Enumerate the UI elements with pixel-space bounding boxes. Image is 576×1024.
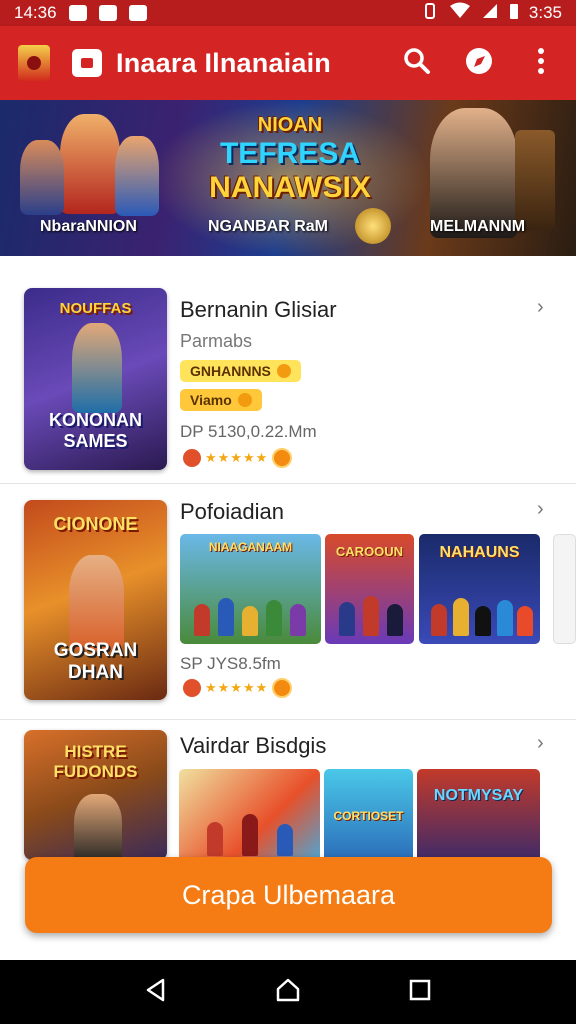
hero-label-left: NbaraNNION xyxy=(40,218,137,235)
wifi-icon xyxy=(449,2,471,25)
screenshot-label: NOTMYSAY xyxy=(433,787,524,804)
photo-icon xyxy=(128,5,147,21)
discover-button[interactable] xyxy=(462,46,496,80)
game-title[interactable]: Bernanin Glisiar xyxy=(180,297,337,323)
screenshot-characters xyxy=(188,591,313,636)
search-button[interactable] xyxy=(400,46,434,80)
chevron-right-icon[interactable]: › xyxy=(537,498,544,521)
screenshot[interactable]: NOTMYSAY xyxy=(417,769,540,864)
battery-icon xyxy=(509,2,519,25)
star-icons: ★★★★★ xyxy=(205,680,269,695)
game-title[interactable]: Vairdar Bisdgis xyxy=(180,733,326,759)
game-tag: GNHANNNS xyxy=(180,360,301,382)
app-bar: Inaara Ilnanaiain xyxy=(0,26,576,100)
recents-icon xyxy=(408,978,432,1007)
screenshot-label: NAHAUNS xyxy=(439,544,520,561)
coin-icon xyxy=(272,678,293,698)
hero-character-left xyxy=(60,114,120,214)
chat-icon xyxy=(98,5,117,21)
hero-title: NIOAN TEFRESA NANAWSIX xyxy=(150,114,430,205)
recents-button[interactable] xyxy=(400,972,440,1012)
hero-title-line1: NIOAN xyxy=(257,114,323,136)
app-logo[interactable] xyxy=(18,45,50,81)
back-icon xyxy=(143,977,169,1008)
game-row[interactable]: NOUFFAS KONONAN SAMES Bernanin Glisiar ›… xyxy=(0,270,576,482)
game-thumbnail[interactable]: CIONONE GOSRAN DHAN xyxy=(24,500,167,700)
screenshot-label: CAROOUN xyxy=(335,544,404,559)
hero-shield xyxy=(355,208,391,244)
status-time-right: 3:35 xyxy=(528,3,562,22)
game-rating: ★★★★★ xyxy=(183,678,293,698)
screenshot-peek[interactable] xyxy=(553,534,576,644)
thumbnail-hero xyxy=(74,794,122,860)
tag-coin-icon xyxy=(276,364,291,378)
chevron-right-icon[interactable]: › xyxy=(537,732,544,755)
screenshot-characters xyxy=(187,811,312,856)
hero-label-center: NGANBAR RaM xyxy=(208,218,328,235)
vibrate-icon xyxy=(421,2,439,25)
screenshot[interactable]: NIAAGANAAM xyxy=(180,534,321,644)
status-time-left: 14:36 xyxy=(14,3,57,22)
hero-prop-right xyxy=(515,130,555,230)
compass-icon xyxy=(464,46,494,81)
thumbnail-title: CIONONE xyxy=(53,514,138,534)
hero-banner[interactable]: NIOAN TEFRESA NANAWSIX NbaraNNION NGANBA… xyxy=(0,100,576,256)
screenshot-label: CORTIOSET xyxy=(333,809,404,823)
thumbnail-subtitle: KONONAN SAMES xyxy=(49,410,142,451)
signal-icon xyxy=(481,2,499,25)
coin-icon xyxy=(272,448,293,468)
hero-character-left-2 xyxy=(20,140,64,215)
thumbnail-title: HISTRE FUDONDS xyxy=(53,742,138,781)
tag-label: GNHANNNS xyxy=(190,363,271,379)
game-tag: Viamo xyxy=(180,389,262,411)
back-button[interactable] xyxy=(136,972,176,1012)
screenshot[interactable]: CORTIOSET xyxy=(324,769,413,864)
notification-icon xyxy=(68,5,87,21)
rating-badge-icon xyxy=(183,679,201,697)
store-icon xyxy=(72,49,102,77)
search-icon xyxy=(403,47,431,80)
rating-badge-icon xyxy=(183,449,201,467)
game-thumbnail[interactable]: NOUFFAS KONONAN SAMES xyxy=(24,288,167,470)
screenshot-label: NIAAGANAAM xyxy=(208,540,293,554)
game-meta: SP JYS8.5fm xyxy=(180,654,281,673)
screenshot[interactable]: NAHAUNS xyxy=(419,534,540,644)
screenshot-characters xyxy=(333,591,406,636)
thumbnail-hero xyxy=(69,555,124,650)
cta-button[interactable]: Crapa Ulbemaara xyxy=(25,857,552,933)
game-title[interactable]: Pofoiadian xyxy=(180,499,284,525)
game-row[interactable]: CIONONE GOSRAN DHAN Pofoiadian › NIAAGAN… xyxy=(0,483,576,719)
screenshot[interactable]: CAROOUN xyxy=(325,534,414,644)
game-developer: Parmabs xyxy=(180,331,253,351)
status-bar: 14:36 3:35 xyxy=(0,0,576,26)
thumbnail-subtitle: GOSRAN DHAN xyxy=(53,640,138,683)
home-icon xyxy=(274,976,302,1009)
app-title: Inaara Ilnanaiain xyxy=(116,47,331,78)
thumbnail-title: NOUFFAS xyxy=(59,300,132,317)
home-button[interactable] xyxy=(268,972,308,1012)
game-meta: DP 5130,0.22.Mm xyxy=(180,422,317,441)
tag-label: Viamo xyxy=(190,392,232,408)
more-vert-icon xyxy=(537,47,545,80)
game-thumbnail[interactable]: HISTRE FUDONDS xyxy=(24,730,167,860)
hero-title-line3: NANAWSIX xyxy=(209,171,371,204)
tag-coin-icon xyxy=(237,393,252,407)
screenshot[interactable] xyxy=(179,769,320,864)
more-options-button[interactable] xyxy=(524,46,558,80)
game-rating: ★★★★★ xyxy=(183,448,293,468)
screenshot-characters xyxy=(427,591,533,636)
hero-label-right: MELMANNM xyxy=(430,218,526,235)
chevron-right-icon[interactable]: › xyxy=(537,296,544,319)
thumbnail-hero xyxy=(72,323,122,413)
system-nav-bar xyxy=(0,960,576,1024)
hero-title-line2: TEFRESA xyxy=(219,137,360,170)
star-icons: ★★★★★ xyxy=(205,450,269,465)
